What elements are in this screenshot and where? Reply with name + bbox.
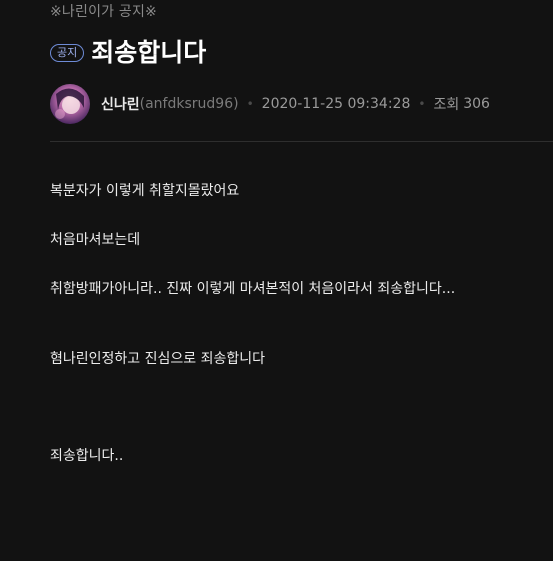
post-title: 죄송합니다 <box>91 38 207 67</box>
avatar[interactable] <box>50 84 90 124</box>
body-paragraph: 처음마셔보는데 <box>50 232 141 248</box>
post-date: 2020-11-25 09:34:28 <box>261 96 411 112</box>
notice-tag: 공지 <box>50 44 85 62</box>
views-label: 조회 <box>433 97 460 113</box>
author-nickname[interactable]: 신나린 <box>101 94 140 114</box>
title-row: 공지 죄송합니다 <box>50 36 206 70</box>
post-view: ※나린이가 공지※ 공지 죄송합니다 신나린 (anfdksrud96) • 2… <box>0 0 553 561</box>
body-paragraph: 죄송합니다.. <box>50 448 124 464</box>
separator-dot: • <box>246 97 254 111</box>
body-paragraph: 혐나린인정하고 진심으로 죄송합니다 <box>50 351 265 367</box>
avatar-image <box>50 84 90 124</box>
post-meta: 신나린 (anfdksrud96) • 2020-11-25 09:34:28 … <box>50 84 490 124</box>
body-paragraph: 복분자가 이렇게 취할지몰랐어요 <box>50 183 240 199</box>
separator-dot: • <box>418 97 426 111</box>
board-name[interactable]: ※나린이가 공지※ <box>50 1 157 21</box>
views-count: 306 <box>463 96 490 112</box>
divider <box>50 141 553 142</box>
author-id: (anfdksrud96) <box>139 96 239 112</box>
body-paragraph: 취함방패가아니라.. 진짜 이렇게 마셔본적이 처음이라서 죄송합니다... <box>50 281 456 297</box>
